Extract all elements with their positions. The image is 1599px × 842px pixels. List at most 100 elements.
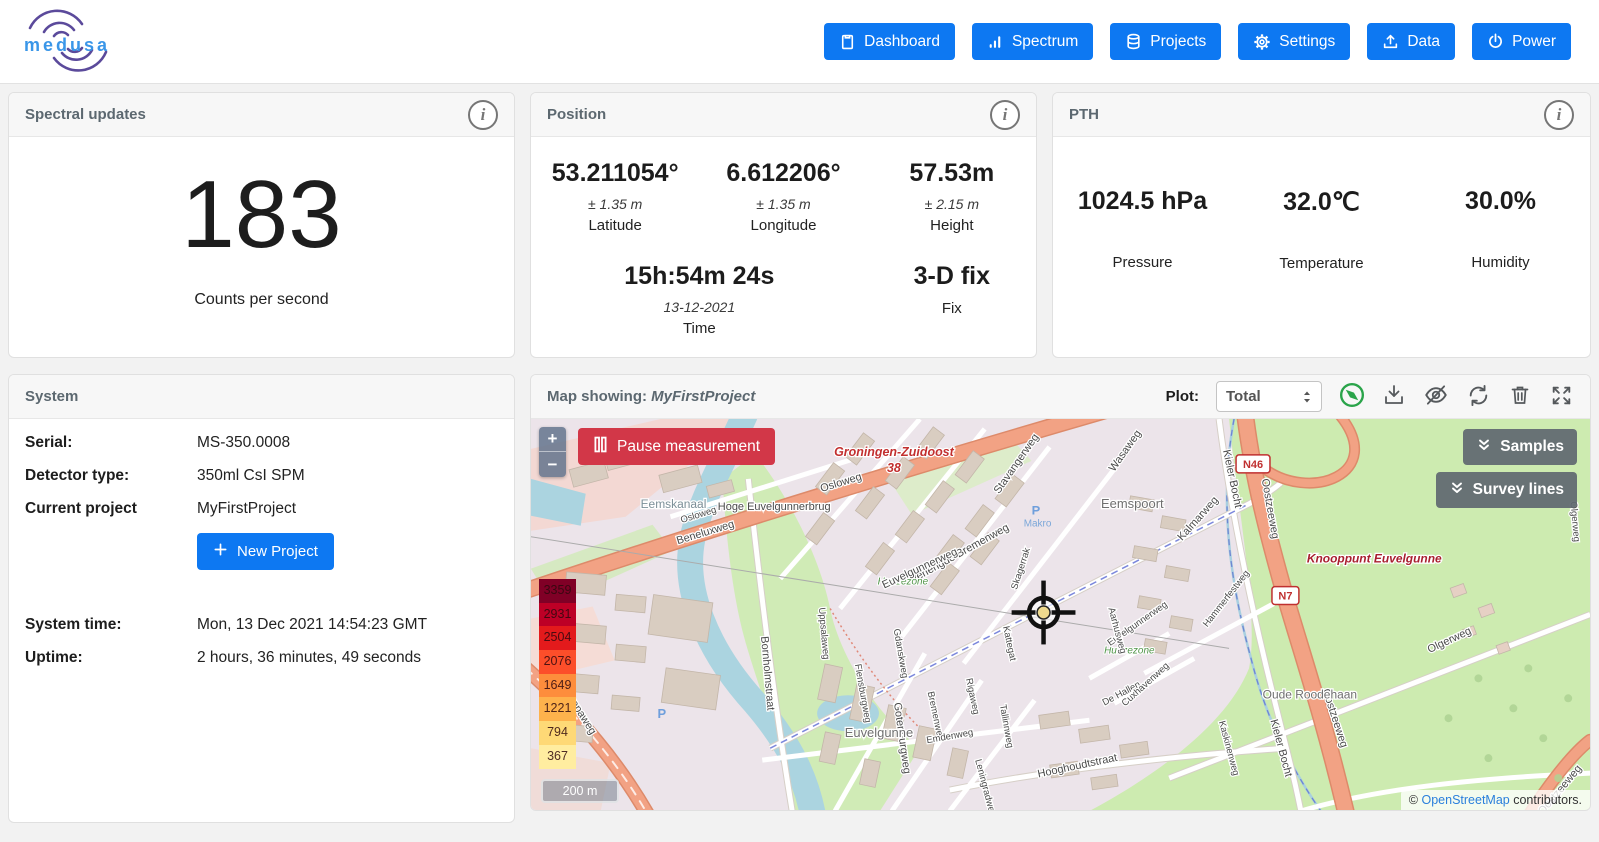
new-project-button[interactable]: New Project (197, 533, 334, 570)
delete-button[interactable] (1508, 383, 1532, 410)
legend-item: 1649 (539, 674, 576, 698)
map-label-hoge-euvelgunnerbrug: Hoge Euvelgunnerbrug (718, 501, 831, 513)
latitude-accuracy: ± 1.35 m (531, 196, 699, 212)
nav-settings-label: Settings (1279, 33, 1335, 51)
select-arrows-icon (1302, 389, 1312, 405)
openstreetmap-link[interactable]: OpenStreetMap (1421, 793, 1509, 807)
plot-label: Plot: (1166, 388, 1199, 405)
survey-lines-button[interactable]: Survey lines (1436, 472, 1577, 508)
serial-value: MS-350.0008 (197, 434, 290, 452)
zoom-out-button[interactable]: − (539, 452, 566, 477)
logo-text: medusa (24, 35, 110, 56)
pressure-label: Pressure (1053, 254, 1232, 271)
pressure-value: 1024.5 hPa (1053, 187, 1232, 216)
map-card: Map showing: MyFirstProject Plot: Total (530, 374, 1591, 811)
medusa-logo[interactable]: medusa (12, 6, 130, 78)
trash-icon (1508, 383, 1532, 407)
nav-settings-button[interactable]: Settings (1238, 23, 1350, 60)
road-shield-n7: N7 (1272, 587, 1299, 605)
cps-value: 183 (9, 167, 514, 263)
humidity-label: Humidity (1411, 254, 1590, 271)
height-label: Height (868, 217, 1036, 234)
plus-icon (213, 542, 228, 561)
humidity-stat: 30.0% Humidity (1411, 187, 1590, 272)
samples-button[interactable]: Samples (1463, 429, 1577, 465)
serial-label: Serial: (25, 434, 197, 452)
spectral-card-title: Spectral updates (25, 106, 146, 123)
nav-dashboard-button[interactable]: Dashboard (824, 23, 955, 60)
position-card: Position i 53.211054° ± 1.35 m Latitude … (530, 92, 1037, 358)
latitude-stat: 53.211054° ± 1.35 m Latitude (531, 159, 699, 234)
longitude-value: 6.612206° (699, 159, 867, 188)
download-button[interactable] (1382, 383, 1406, 410)
power-icon (1487, 33, 1504, 50)
system-card-title: System (25, 388, 78, 405)
detector-type-label: Detector type: (25, 467, 197, 485)
survey-lines-button-label: Survey lines (1473, 481, 1564, 499)
legend-item: 1221 (539, 697, 576, 721)
map-label-knooppunt-euvelgunne: Knooppunt Euvelgunne (1307, 552, 1442, 566)
top-bar: medusa Dashboard Spectrum Projects Setti… (0, 0, 1599, 84)
map-label-eemspoort: Eemspoort (1101, 496, 1164, 511)
uptime-row: Uptime: 2 hours, 36 minutes, 49 seconds (25, 649, 498, 667)
hide-layers-button[interactable] (1423, 382, 1449, 411)
map-attribution: © OpenStreetMap contributors. (1401, 790, 1590, 811)
refresh-button[interactable] (1466, 383, 1491, 411)
info-icon[interactable]: i (990, 100, 1020, 130)
current-project-label: Current project (25, 500, 197, 518)
map-label-makro: Makro (1024, 519, 1052, 530)
fix-stat: 3-D fix Fix (868, 262, 1036, 337)
main-nav: Dashboard Spectrum Projects Settings Dat… (824, 23, 1571, 60)
compass-button[interactable] (1339, 382, 1365, 411)
temperature-stat: 32.0℃ Temperature (1232, 187, 1411, 272)
height-value: 57.53m (868, 159, 1036, 188)
map-canvas[interactable]: Groningen-Zuidoost 38 Hoge Euvelgunnerbr… (531, 419, 1590, 811)
position-card-title: Position (547, 106, 606, 123)
longitude-stat: 6.612206° ± 1.35 m Longitude (699, 159, 867, 234)
svg-text:N7: N7 (1278, 591, 1292, 603)
map-zoom-control: + − (539, 427, 566, 477)
detector-type-row: Detector type: 350ml CsI SPM (25, 467, 498, 485)
nav-spectrum-button[interactable]: Spectrum (972, 23, 1093, 60)
fullscreen-button[interactable] (1549, 383, 1574, 411)
system-time-label: System time: (25, 616, 197, 634)
info-icon[interactable]: i (1544, 100, 1574, 130)
settings-gear-icon (1253, 33, 1271, 51)
map-label-euvelgunne: Euvelgunne (845, 725, 913, 740)
system-card: System Serial: MS-350.0008 Detector type… (8, 374, 515, 823)
height-stat: 57.53m ± 2.15 m Height (868, 159, 1036, 234)
nav-projects-button[interactable]: Projects (1110, 23, 1221, 60)
eye-off-icon (1423, 382, 1449, 408)
nav-spectrum-label: Spectrum (1012, 33, 1078, 51)
parking-icon: P (658, 706, 667, 721)
dashboard-clipboard-icon (839, 33, 856, 50)
legend-item: 367 (539, 745, 576, 769)
plot-select[interactable]: Total (1216, 381, 1322, 412)
latitude-value: 53.211054° (531, 159, 699, 188)
map-label-groningen-zuidoost: Groningen-Zuidoost (834, 445, 955, 459)
pause-measurement-label: Pause measurement (617, 438, 760, 456)
nav-power-button[interactable]: Power (1472, 23, 1571, 60)
current-project-row: Current project MyFirstProject (25, 500, 498, 518)
uptime-value: 2 hours, 36 minutes, 49 seconds (197, 649, 421, 667)
gps-time-label: Time (531, 320, 868, 337)
plot-select-value: Total (1226, 388, 1261, 405)
info-icon[interactable]: i (468, 100, 498, 130)
height-accuracy: ± 2.15 m (868, 196, 1036, 212)
uptime-label: Uptime: (25, 649, 197, 667)
pth-card: PTH i 1024.5 hPa Pressure 32.0℃ Temperat… (1052, 92, 1591, 358)
nav-data-button[interactable]: Data (1367, 23, 1455, 60)
map-scale-bar: 200 m (541, 779, 619, 803)
fix-label: Fix (868, 300, 1036, 317)
cps-label: Counts per second (9, 291, 514, 309)
refresh-icon (1466, 383, 1491, 408)
map-svg: Groningen-Zuidoost 38 Hoge Euvelgunnerbr… (531, 419, 1590, 811)
latitude-label: Latitude (531, 217, 699, 234)
parking-icon: P (1032, 503, 1041, 518)
pause-measurement-button[interactable]: Pause measurement (578, 428, 775, 465)
zoom-in-button[interactable]: + (539, 427, 566, 452)
map-legend: 335929312504207616491221794367 (539, 579, 576, 769)
svg-text:N46: N46 (1243, 459, 1263, 471)
temperature-value: 32.0℃ (1232, 187, 1411, 217)
map-label-groningen-num: 38 (887, 461, 901, 475)
